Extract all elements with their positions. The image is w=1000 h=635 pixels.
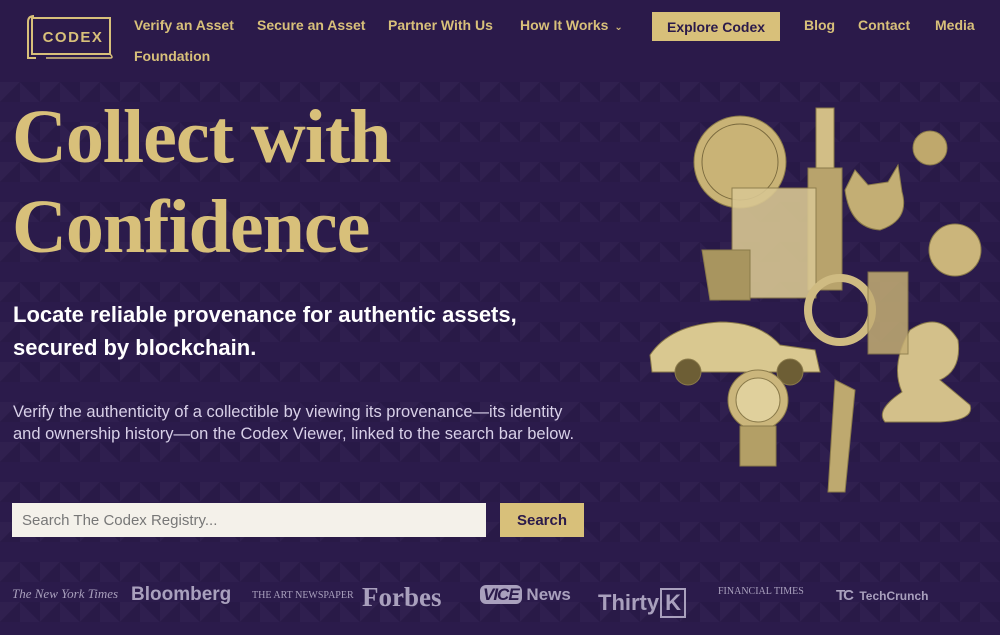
press-logo-nyt: The New York Times: [12, 586, 119, 601]
press-logo-financial-times: FINANCIAL TIMES: [718, 586, 804, 597]
nav-verify-asset[interactable]: Verify an Asset: [134, 17, 234, 33]
codex-logo[interactable]: CODEX: [26, 14, 116, 60]
explore-codex-button[interactable]: Explore Codex: [652, 12, 780, 41]
nav-secure-asset[interactable]: Secure an Asset: [257, 17, 365, 33]
press-logo-techcrunch: TC TechCrunch: [836, 587, 928, 604]
cartoon-cat-icon: [844, 163, 905, 231]
globe-icon: [928, 223, 982, 277]
thirtyk-text: Thirty: [598, 590, 660, 615]
vice-news-text: News: [526, 585, 571, 604]
hero-headline: Collect with Confidence: [12, 92, 612, 272]
logo-text: CODEX: [43, 29, 104, 46]
nav-how-it-works[interactable]: How It Works ⌄: [520, 17, 623, 33]
headline-line-2: Confidence: [12, 185, 370, 269]
techcrunch-mark: TC: [836, 587, 854, 604]
collectibles-collage-image: [649, 107, 982, 493]
press-logo-forbes: Forbes: [362, 582, 442, 612]
headline-line-1: Collect with: [12, 95, 391, 179]
hero-description: Verify the authenticity of a collectible…: [13, 403, 575, 443]
nav-foundation[interactable]: Foundation: [134, 48, 210, 64]
top-nav: CODEX Verify an Asset Secure an Asset Pa…: [0, 0, 1000, 82]
chair-icon: [701, 249, 751, 301]
vice-brand: VICE: [480, 585, 522, 604]
sculpture-icon: [827, 379, 856, 493]
wine-bottle-icon: [815, 107, 835, 169]
registry-search-input[interactable]: [12, 503, 486, 537]
press-logo-vice-news: VICE News: [480, 585, 571, 605]
nav-contact[interactable]: Contact: [858, 17, 910, 33]
press-logo-thirtyk: Thirty K: [598, 588, 687, 618]
thirtyk-box: K: [660, 588, 687, 618]
search-button[interactable]: Search: [500, 503, 584, 537]
small-coin-icon: [912, 130, 948, 166]
press-logo-bloomberg: Bloomberg: [131, 584, 232, 605]
chevron-down-icon: ⌄: [614, 22, 623, 33]
nav-how-it-works-label: How It Works: [520, 17, 609, 33]
press-logo-art-newspaper: THE ART NEWSPAPER: [252, 590, 354, 601]
techcrunch-text: TechCrunch: [859, 589, 929, 603]
nav-partner[interactable]: Partner With Us: [388, 17, 493, 33]
nav-blog[interactable]: Blog: [804, 17, 835, 33]
nav-media[interactable]: Media: [935, 17, 975, 33]
hero-subhead: Locate reliable provenance for authentic…: [13, 302, 517, 360]
